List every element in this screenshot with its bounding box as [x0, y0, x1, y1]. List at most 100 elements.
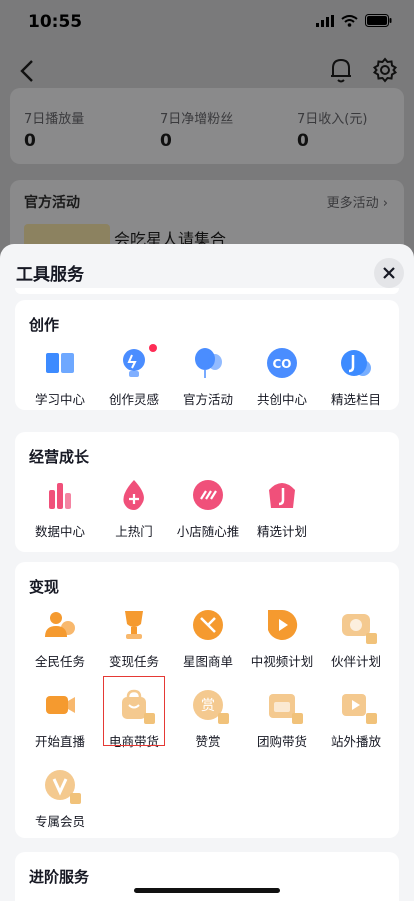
- tool-label: 小店随心推: [176, 524, 240, 539]
- tool-label: 数据中心: [34, 524, 85, 539]
- tool-label: 专属会员: [34, 814, 85, 829]
- tool-item[interactable]: 官方活动: [171, 344, 245, 424]
- section-0: 创作学习中心 创作灵感 官方活动 CO 共创中心 精选栏目: [15, 300, 399, 410]
- tool-label: 站外播放: [330, 734, 381, 749]
- stat-value: 0: [297, 131, 309, 151]
- play-video-icon: [265, 608, 299, 642]
- tool-item[interactable]: 专属会员: [23, 766, 97, 846]
- tool-label: 官方活动: [182, 392, 233, 407]
- gear-icon[interactable]: [372, 56, 398, 84]
- close-icon: [383, 267, 395, 279]
- tool-item[interactable]: 中视频计划: [245, 606, 319, 686]
- lock-icon: [366, 713, 377, 724]
- tool-item[interactable]: 团购带货: [245, 686, 319, 766]
- tool-item[interactable]: 站外播放: [319, 686, 393, 766]
- tool-grid: 学习中心 创作灵感 官方活动 CO 共创中心 精选栏目: [23, 344, 393, 424]
- close-button[interactable]: [374, 258, 404, 288]
- tool-label: 精选计划: [256, 524, 307, 539]
- bar-chart-icon: [43, 478, 77, 512]
- section-title: 进阶服务: [29, 868, 90, 886]
- lock-icon: [218, 713, 229, 724]
- tool-item[interactable]: 开始直播: [23, 686, 97, 766]
- tool-item[interactable]: 学习中心: [23, 344, 97, 424]
- tool-item[interactable]: CO 共创中心: [245, 344, 319, 424]
- section-title: 创作: [29, 316, 60, 334]
- stat-label: 7日播放量: [24, 112, 85, 127]
- star-map-icon: [191, 608, 225, 642]
- vip-icon: [43, 768, 81, 804]
- status-time: 10:55: [28, 12, 83, 32]
- more-activities-link[interactable]: 更多活动 ›: [327, 192, 388, 211]
- home-indicator: [134, 888, 280, 893]
- section-3: 进阶服务: [15, 852, 399, 901]
- tool-grid: 全民任务 变现任务 星图商单 中视频计划 伙伴计划 开始直播 电商带货赏赞赏 团购带货 站外播放…: [23, 606, 393, 846]
- svg-text:赏: 赏: [201, 698, 215, 714]
- stat-income: 7日收入(元) 0: [297, 108, 367, 151]
- activity-title: 官方活动: [24, 195, 80, 211]
- tool-item[interactable]: 电商带货: [97, 676, 171, 766]
- lightbulb-icon: [117, 344, 157, 380]
- back-arrow-icon[interactable]: [16, 58, 40, 84]
- reward-icon: 赏: [191, 688, 229, 724]
- highlight-box: [103, 676, 165, 746]
- trophy-icon: [117, 608, 151, 642]
- tool-grid: 数据中心 上热门 小店随心推 精选计划: [23, 476, 393, 556]
- group-buy-icon: [265, 688, 303, 724]
- book-icon: [43, 346, 77, 380]
- tool-label: 变现任务: [108, 654, 159, 669]
- tool-label: 上热门: [115, 524, 153, 539]
- tool-label: 团购带货: [256, 734, 307, 749]
- lock-icon: [70, 793, 81, 804]
- boost-icon: [191, 478, 225, 512]
- tool-item[interactable]: 小店随心推: [171, 476, 245, 556]
- balloon-icon: [191, 346, 225, 380]
- tiktok-column-icon: [339, 346, 373, 380]
- tool-item[interactable]: 数据中心: [23, 476, 97, 556]
- stat-value: 0: [160, 131, 172, 151]
- tiktok-plan-icon: [265, 478, 299, 512]
- tool-label: 精选栏目: [330, 392, 381, 407]
- tool-item[interactable]: 精选栏目: [319, 344, 393, 424]
- tool-label: 赞赏: [195, 734, 221, 749]
- status-icons: [316, 14, 392, 27]
- tool-item[interactable]: 创作灵感: [97, 344, 171, 424]
- stat-value: 0: [24, 131, 36, 151]
- section-title: 变现: [29, 578, 60, 596]
- section-2: 变现 全民任务 变现任务 星图商单 中视频计划 伙伴计划 开始直播 电商带货赏赞赏 团购带货 站外…: [15, 562, 399, 838]
- tool-item[interactable]: 伙伴计划: [319, 606, 393, 686]
- partner-icon: [339, 608, 377, 644]
- tool-label: 全民任务: [34, 654, 85, 669]
- sheet-divider: [15, 288, 399, 294]
- tool-item[interactable]: 赏赞赏: [171, 686, 245, 766]
- status-bar: 10:55: [0, 0, 414, 46]
- tool-label: 创作灵感: [108, 392, 159, 407]
- stat-label: 7日收入(元): [297, 112, 368, 127]
- tool-label: 学习中心: [34, 392, 85, 407]
- sheet-title: 工具服务: [16, 265, 84, 285]
- tool-label: 中视频计划: [250, 654, 314, 669]
- people-task-icon: [43, 608, 77, 642]
- tool-label: 开始直播: [34, 734, 85, 749]
- bell-icon[interactable]: [328, 56, 354, 84]
- tool-item[interactable]: 上热门: [97, 476, 171, 556]
- lock-icon: [366, 633, 377, 644]
- external-play-icon: [339, 688, 377, 724]
- tool-label: 共创中心: [256, 392, 307, 407]
- tool-item[interactable]: 全民任务: [23, 606, 97, 686]
- stats-card: 7日播放量 0 7日净增粉丝 0 7日收入(元) 0: [10, 88, 404, 164]
- section-title: 经营成长: [29, 448, 90, 466]
- stat-plays: 7日播放量 0: [24, 108, 84, 151]
- tool-item[interactable]: 变现任务: [97, 606, 171, 686]
- signal-icon: [316, 14, 334, 27]
- co-create-icon: CO: [265, 346, 299, 380]
- lock-icon: [292, 713, 303, 724]
- stat-followers: 7日净增粉丝 0: [160, 108, 233, 151]
- stat-label: 7日净增粉丝: [160, 112, 234, 127]
- tool-label: 星图商单: [182, 654, 233, 669]
- tool-item[interactable]: 精选计划: [245, 476, 319, 556]
- live-camera-icon: [43, 688, 77, 722]
- battery-icon: [365, 14, 392, 27]
- tool-item[interactable]: 星图商单: [171, 606, 245, 686]
- section-1: 经营成长数据中心 上热门 小店随心推 精选计划: [15, 432, 399, 552]
- wifi-icon: [341, 14, 358, 27]
